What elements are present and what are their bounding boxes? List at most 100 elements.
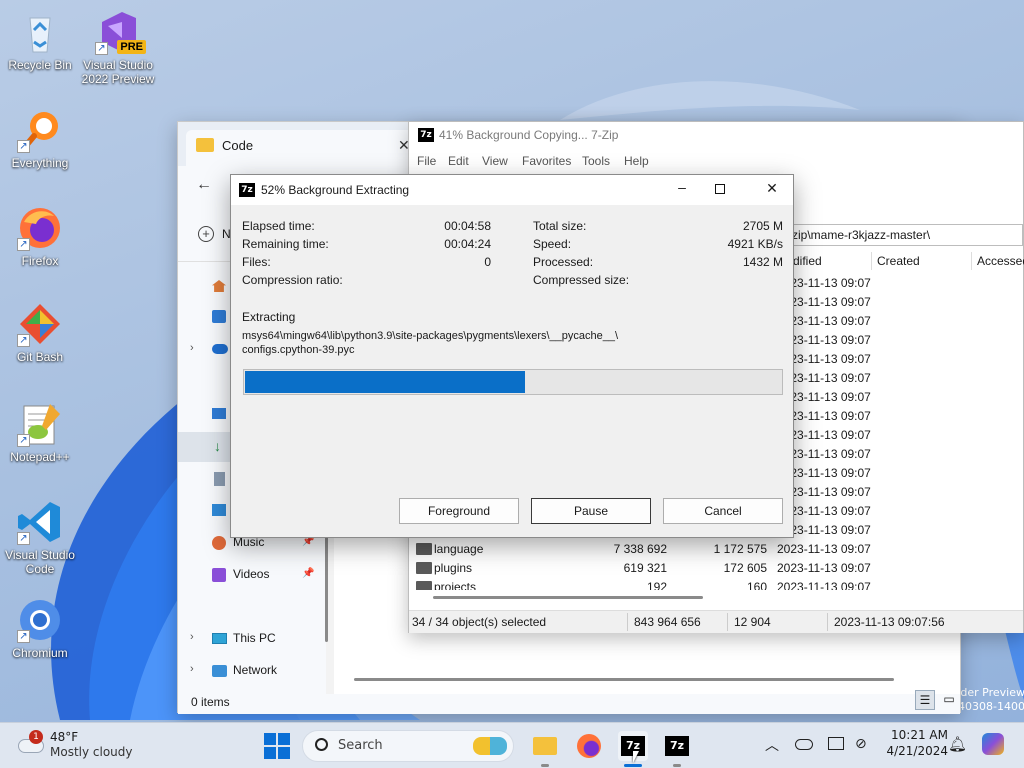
foreground-button[interactable]: Foreground bbox=[399, 498, 519, 524]
gallery-icon[interactable] bbox=[212, 310, 226, 323]
status-date: 2023-11-13 09:07:56 bbox=[834, 615, 945, 629]
folder-icon bbox=[416, 543, 432, 555]
menu-edit[interactable]: Edit bbox=[448, 154, 469, 168]
onedrive-icon[interactable] bbox=[212, 344, 228, 354]
home-icon[interactable] bbox=[212, 280, 226, 292]
explorer-tab[interactable]: Code ✕ bbox=[186, 130, 414, 166]
menu-file[interactable]: File bbox=[417, 154, 436, 168]
speed-value: 4921 KB/s bbox=[727, 237, 783, 251]
folder-icon bbox=[196, 138, 214, 152]
file-name: projects bbox=[434, 580, 477, 590]
nav-item-network[interactable]: › Network bbox=[178, 660, 326, 684]
elapsed-time-label: Elapsed time: bbox=[242, 219, 315, 233]
desktop-folder-icon[interactable] bbox=[212, 408, 226, 419]
expand-chevron-icon[interactable]: › bbox=[190, 663, 194, 675]
shortcut-arrow-icon: ↗ bbox=[17, 630, 30, 643]
close-icon[interactable]: ✕ bbox=[759, 180, 785, 197]
weather-widget[interactable]: 1 48°F Mostly cloudy bbox=[14, 727, 154, 765]
firefox-icon bbox=[577, 734, 601, 758]
firefox-taskbar-icon[interactable] bbox=[574, 731, 604, 761]
sevenzip-taskbar-icon-2[interactable]: 7z bbox=[662, 731, 692, 767]
horizontal-scrollbar[interactable] bbox=[354, 678, 894, 681]
sevenzip-titlebar: 7z 41% Background Copying... 7-Zip bbox=[409, 122, 1023, 150]
status-divider bbox=[827, 613, 828, 631]
network-speaker-icon[interactable]: ⊘ bbox=[855, 736, 867, 752]
status-divider bbox=[627, 613, 628, 631]
file-row-projects[interactable]: projects 192 160 2023-11-13 09:07 bbox=[409, 578, 1023, 590]
horizontal-scrollbar[interactable] bbox=[433, 596, 703, 599]
files-label: Files: bbox=[242, 255, 271, 269]
details-view-icon[interactable]: ☰ bbox=[915, 690, 935, 710]
file-size: 192 bbox=[646, 580, 667, 590]
pictures-icon[interactable] bbox=[212, 504, 226, 516]
menu-tools[interactable]: Tools bbox=[582, 154, 610, 168]
desktop-icon-label: Notepad++ bbox=[10, 450, 70, 464]
minimize-icon[interactable]: – bbox=[669, 179, 695, 195]
nav-item-videos[interactable]: Videos 📌 bbox=[178, 564, 326, 588]
display-icon[interactable] bbox=[828, 737, 844, 750]
back-arrow-icon[interactable]: ← bbox=[196, 176, 212, 194]
desktop-icon-label: Visual Studio 2022 Preview bbox=[81, 58, 155, 86]
file-packed: 160 bbox=[746, 580, 767, 590]
desktop-icon-recycle-bin[interactable]: Recycle Bin bbox=[0, 8, 80, 72]
expand-chevron-icon[interactable]: › bbox=[190, 631, 194, 643]
column-created[interactable]: Created bbox=[877, 254, 920, 268]
address-path: zip\mame-r3kjazz-master\ bbox=[792, 228, 931, 242]
file-explorer-taskbar-icon[interactable] bbox=[530, 731, 560, 767]
git-bash-icon: ↗ bbox=[16, 300, 64, 348]
chromium-icon: ↗ bbox=[16, 596, 64, 644]
this-pc-icon bbox=[212, 633, 227, 644]
everything-search-icon: ↗ bbox=[16, 106, 64, 154]
nav-label: This PC bbox=[233, 631, 276, 645]
expand-chevron-icon[interactable]: › bbox=[190, 342, 194, 354]
desktop-icon-label: Firefox bbox=[21, 254, 59, 268]
menu-view[interactable]: View bbox=[482, 154, 508, 168]
operation-label: Extracting bbox=[242, 310, 296, 324]
column-modified[interactable]: dified bbox=[793, 254, 822, 268]
preview-badge: PRE bbox=[117, 40, 146, 54]
tiles-view-icon[interactable]: ▭ bbox=[939, 690, 959, 710]
column-divider bbox=[971, 252, 972, 270]
documents-icon[interactable] bbox=[214, 472, 225, 486]
visual-studio-preview-icon: PRE ↗ bbox=[94, 8, 146, 56]
file-name: plugins bbox=[434, 561, 473, 575]
shortcut-arrow-icon: ↗ bbox=[17, 140, 30, 153]
watermark-line1: der Preview bbox=[960, 686, 1024, 699]
explorer-statusbar: 0 items ☰ ▭ bbox=[178, 690, 960, 714]
shortcut-arrow-icon: ↗ bbox=[17, 334, 30, 347]
taskbar-search[interactable]: Search bbox=[302, 730, 514, 762]
pause-button[interactable]: Pause bbox=[531, 498, 651, 524]
pin-icon: 📌 bbox=[302, 568, 315, 579]
desktop-icon-git-bash[interactable]: ↗ Git Bash bbox=[0, 300, 80, 364]
total-size-value: 2705 M bbox=[742, 219, 783, 233]
file-row-language[interactable]: language 7 338 692 1 172 575 2023-11-13 … bbox=[409, 540, 1023, 559]
new-plus-icon[interactable]: + bbox=[198, 226, 214, 242]
onedrive-status-icon[interactable] bbox=[795, 739, 813, 750]
menu-favorites[interactable]: Favorites bbox=[522, 154, 571, 168]
folder-icon bbox=[533, 737, 557, 755]
maximize-icon[interactable] bbox=[715, 184, 725, 194]
mouse-cursor-icon bbox=[633, 751, 639, 763]
desktop-watermark: der Preview 40308-1400 bbox=[955, 686, 1024, 714]
recycle-bin-icon bbox=[16, 8, 64, 56]
start-button[interactable] bbox=[264, 733, 290, 759]
weather-alert-badge: 1 bbox=[29, 730, 43, 744]
desktop-icon-notepadpp[interactable]: ↗ Notepad++ bbox=[0, 400, 80, 464]
desktop-icon-firefox[interactable]: ↗ Firefox bbox=[0, 204, 80, 268]
desktop-icon-vscode[interactable]: ↗ Visual Studio Code bbox=[0, 498, 80, 576]
copilot-icon[interactable] bbox=[982, 733, 1004, 755]
nav-item-this-pc[interactable]: › This PC bbox=[178, 628, 326, 652]
desktop-icon-visual-studio-preview[interactable]: PRE ↗ Visual Studio 2022 Preview bbox=[78, 8, 158, 86]
desktop-icon-everything[interactable]: ↗ Everything bbox=[0, 106, 80, 170]
desktop-icon-chromium[interactable]: ↗ Chromium bbox=[0, 596, 80, 660]
column-accessed[interactable]: Accessed bbox=[977, 254, 1024, 268]
notification-bell-icon[interactable]: 🔔︎ bbox=[948, 735, 967, 753]
menu-help[interactable]: Help bbox=[624, 154, 649, 168]
clock[interactable]: 10:21 AM 4/21/2024 bbox=[880, 728, 948, 758]
watermark-line2: 40308-1400 bbox=[958, 700, 1024, 713]
file-row-plugins[interactable]: plugins 619 321 172 605 2023-11-13 09:07 bbox=[409, 559, 1023, 578]
compressed-size-label: Compressed size: bbox=[533, 273, 630, 287]
elapsed-time-value: 00:04:58 bbox=[444, 219, 491, 233]
cancel-button[interactable]: Cancel bbox=[663, 498, 783, 524]
show-hidden-icons-chevron[interactable]: ︿ bbox=[765, 735, 779, 755]
